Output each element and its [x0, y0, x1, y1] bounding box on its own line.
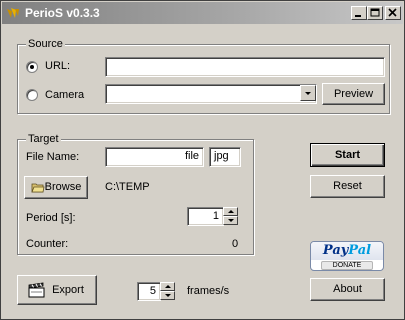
chevron-down-icon: [305, 92, 311, 95]
camera-label: Camera: [45, 89, 85, 101]
camera-radio[interactable]: [26, 89, 38, 101]
close-button[interactable]: [385, 6, 401, 20]
fps-up-button[interactable]: [160, 282, 175, 291]
reset-button[interactable]: Reset: [310, 175, 385, 198]
period-up-button[interactable]: [223, 207, 238, 216]
counter-value: 0: [232, 238, 239, 250]
minimize-icon: [355, 15, 361, 17]
export-button[interactable]: Export: [17, 275, 97, 305]
file-name-label: File Name:: [26, 151, 80, 163]
app-window: PerioS v0.3.3 Source URL: Camera Preview…: [0, 0, 405, 320]
window-title: PerioS v0.3.3: [25, 6, 100, 20]
fps-down-button[interactable]: [160, 291, 175, 300]
paypal-logo: PayPal: [322, 243, 372, 258]
file-extension-input[interactable]: jpg: [209, 147, 241, 167]
file-name-input[interactable]: file: [105, 147, 204, 167]
maximize-button[interactable]: [367, 6, 383, 20]
app-icon: [7, 8, 19, 18]
fps-label: frames/s: [187, 285, 230, 297]
url-radio[interactable]: [26, 61, 38, 73]
arrow-down-icon: [165, 294, 171, 297]
target-group-label: Target: [26, 133, 61, 145]
maximize-icon: [370, 8, 380, 17]
target-directory: C:\TEMP: [105, 181, 150, 193]
fps-input[interactable]: 5: [137, 282, 161, 301]
camera-dropdown-button[interactable]: [300, 85, 316, 101]
paypal-donate-button[interactable]: PayPal DONATE: [310, 241, 384, 271]
source-group-label: Source: [26, 38, 65, 50]
counter-label: Counter:: [26, 238, 69, 250]
browse-button[interactable]: Browse: [24, 176, 88, 199]
title-bar[interactable]: PerioS v0.3.3: [2, 2, 403, 24]
camera-select[interactable]: [105, 84, 317, 104]
minimize-button[interactable]: [351, 6, 367, 20]
url-label: URL:: [45, 60, 71, 72]
preview-button[interactable]: Preview: [322, 83, 385, 105]
period-input[interactable]: 1: [187, 207, 224, 226]
fps-spinner[interactable]: [160, 282, 175, 301]
paypal-donate-label: DONATE: [321, 261, 373, 270]
period-spinner[interactable]: [223, 207, 238, 226]
close-icon: [388, 8, 397, 17]
about-button[interactable]: About: [310, 278, 385, 301]
arrow-down-icon: [228, 219, 234, 222]
arrow-up-icon: [165, 285, 171, 288]
start-button[interactable]: Start: [310, 143, 385, 167]
period-label: Period [s]:: [26, 212, 76, 224]
period-down-button[interactable]: [223, 216, 238, 225]
arrow-up-icon: [228, 210, 234, 213]
url-input[interactable]: [105, 57, 385, 77]
